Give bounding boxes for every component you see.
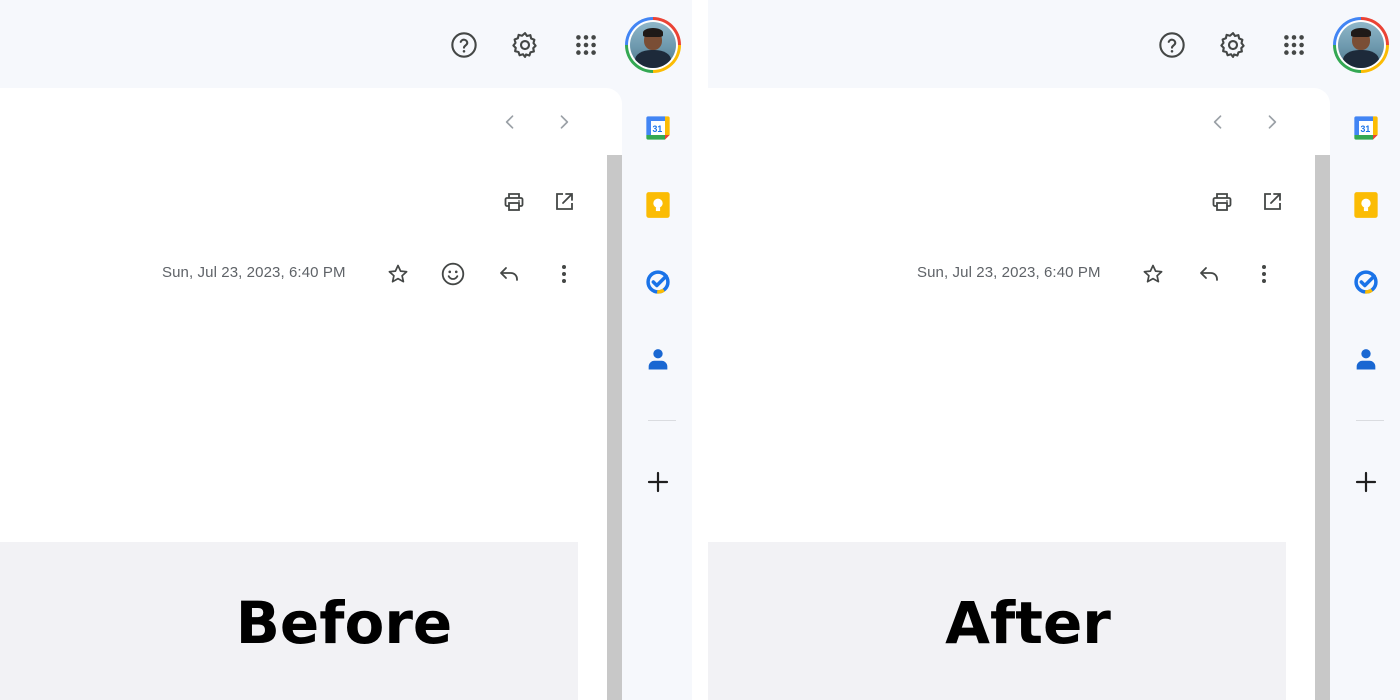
emoji-icon[interactable] — [440, 261, 466, 287]
keep-icon[interactable] — [644, 191, 672, 219]
message-date: Sun, Jul 23, 2023, 6:40 PM — [162, 264, 346, 281]
contacts-icon[interactable] — [644, 345, 672, 373]
caption-text: After — [945, 589, 1111, 657]
avatar-ring — [1336, 20, 1386, 70]
side-panel: 31 — [622, 88, 692, 700]
help-icon[interactable] — [447, 28, 481, 62]
calendar-icon[interactable]: 31 — [1352, 114, 1380, 142]
after-panel: Sun, Jul 23, 2023, 6:40 PM 31 After — [708, 0, 1400, 700]
avatar[interactable] — [1333, 17, 1389, 73]
previous-message-icon[interactable] — [498, 110, 522, 134]
caption-text: Before — [235, 589, 453, 657]
star-icon[interactable] — [1140, 261, 1166, 287]
scrollbar[interactable] — [1315, 155, 1330, 700]
side-panel: 31 — [1330, 88, 1400, 700]
reply-icon[interactable] — [1196, 261, 1222, 287]
more-icon[interactable] — [1251, 261, 1277, 287]
avatar-ring — [628, 20, 678, 70]
avatar-hair — [1351, 28, 1371, 37]
tasks-icon[interactable] — [1352, 268, 1380, 296]
caption-box: After — [708, 542, 1286, 700]
side-panel-divider — [648, 420, 676, 421]
apps-icon[interactable] — [569, 28, 603, 62]
keep-icon[interactable] — [1352, 191, 1380, 219]
calendar-icon[interactable]: 31 — [644, 114, 672, 142]
message-date: Sun, Jul 23, 2023, 6:40 PM — [917, 264, 1101, 281]
calendar-day: 31 — [653, 124, 663, 134]
add-icon[interactable] — [1352, 468, 1380, 496]
open-in-new-window-icon[interactable] — [551, 189, 577, 215]
scrollbar[interactable] — [607, 155, 622, 700]
settings-icon[interactable] — [1216, 28, 1250, 62]
before-panel: Sun, Jul 23, 2023, 6:40 PM 31 Before — [0, 0, 692, 700]
apps-icon[interactable] — [1277, 28, 1311, 62]
contacts-icon[interactable] — [1352, 345, 1380, 373]
panel-divider — [692, 0, 708, 700]
calendar-day: 31 — [1361, 124, 1371, 134]
avatar-hair — [643, 28, 663, 37]
avatar-shirt — [1343, 50, 1379, 68]
avatar-photo — [1338, 22, 1384, 68]
print-icon[interactable] — [1209, 189, 1235, 215]
help-icon[interactable] — [1155, 28, 1189, 62]
avatar-shirt — [635, 50, 671, 68]
avatar-photo — [630, 22, 676, 68]
add-icon[interactable] — [644, 468, 672, 496]
tasks-icon[interactable] — [644, 268, 672, 296]
caption-box: Before — [0, 542, 578, 700]
next-message-icon[interactable] — [1260, 110, 1284, 134]
print-icon[interactable] — [501, 189, 527, 215]
avatar[interactable] — [625, 17, 681, 73]
more-icon[interactable] — [551, 261, 577, 287]
reply-icon[interactable] — [496, 261, 522, 287]
side-panel-divider — [1356, 420, 1384, 421]
next-message-icon[interactable] — [552, 110, 576, 134]
settings-icon[interactable] — [508, 28, 542, 62]
star-icon[interactable] — [385, 261, 411, 287]
previous-message-icon[interactable] — [1206, 110, 1230, 134]
open-in-new-window-icon[interactable] — [1259, 189, 1285, 215]
